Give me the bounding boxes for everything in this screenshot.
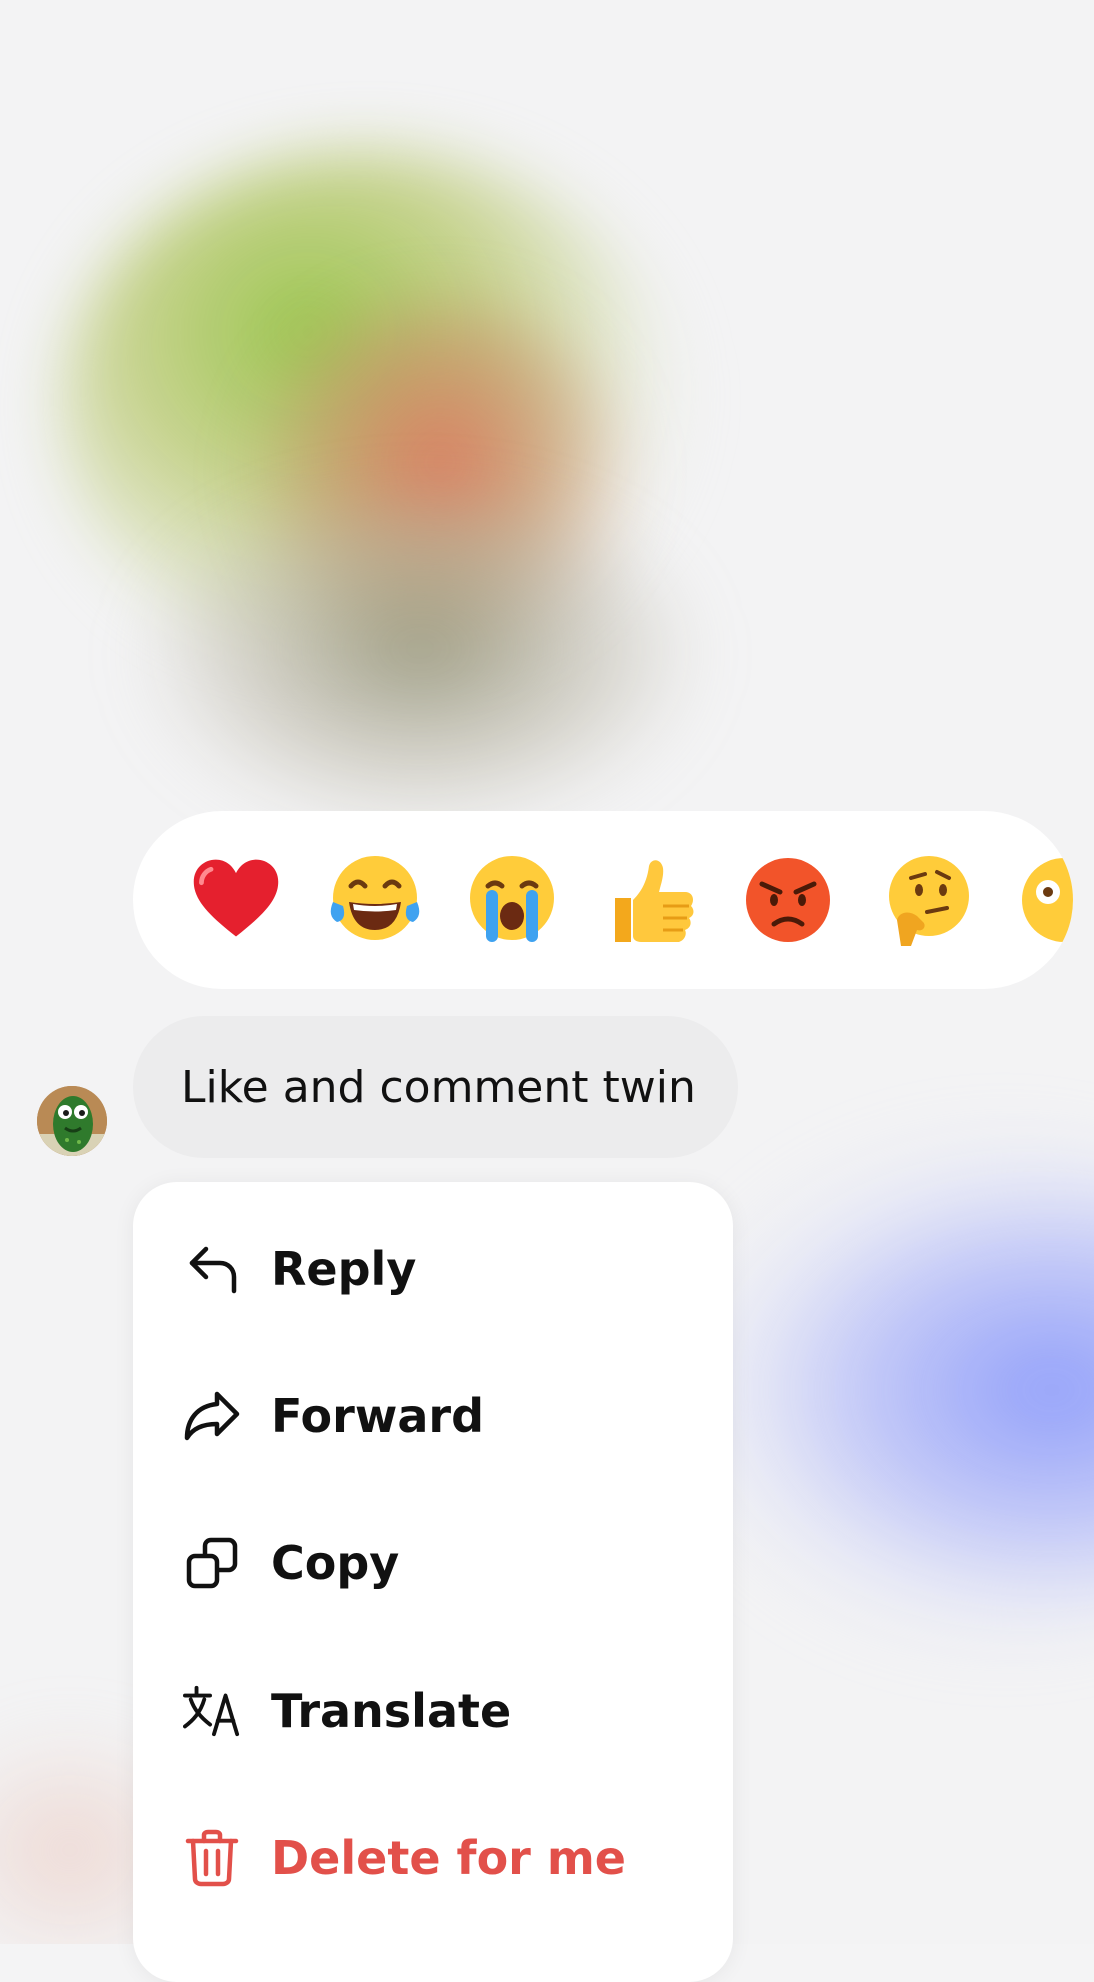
tears-of-joy-face-icon[interactable] (320, 811, 430, 989)
loudly-crying-face-icon[interactable] (457, 811, 567, 989)
trash-icon (183, 1829, 241, 1887)
reply-menu-item[interactable]: Reply (133, 1214, 733, 1324)
reaction-bar (133, 811, 1073, 989)
angry-face-icon[interactable] (733, 811, 843, 989)
message-context-menu: Reply Forward Copy Translate Delete for … (133, 1182, 733, 1982)
thinking-face-icon[interactable] (872, 811, 982, 989)
forward-label: Forward (271, 1389, 484, 1443)
blur-blob-olive (140, 500, 700, 830)
avatar[interactable] (37, 1086, 107, 1156)
translate-icon (183, 1682, 241, 1740)
copy-label: Copy (271, 1536, 400, 1590)
translate-menu-item[interactable]: Translate (133, 1656, 733, 1766)
delete-for-me-label: Delete for me (271, 1831, 626, 1885)
forward-arrow-icon (183, 1387, 241, 1445)
delete-for-me-menu-item[interactable]: Delete for me (133, 1803, 733, 1913)
flushed-face-icon[interactable] (1009, 811, 1073, 989)
reply-label: Reply (271, 1242, 417, 1296)
blur-blob-blue (680, 1130, 1094, 1650)
red-heart-icon[interactable] (181, 811, 291, 989)
thumbs-up-icon[interactable] (596, 811, 706, 989)
copy-icon (183, 1534, 241, 1592)
message-bubble[interactable]: Like and comment twin (133, 1016, 738, 1158)
reply-arrow-icon (183, 1240, 241, 1298)
forward-menu-item[interactable]: Forward (133, 1361, 733, 1471)
copy-menu-item[interactable]: Copy (133, 1508, 733, 1618)
translate-label: Translate (271, 1684, 512, 1738)
message-text: Like and comment twin (181, 1061, 696, 1113)
